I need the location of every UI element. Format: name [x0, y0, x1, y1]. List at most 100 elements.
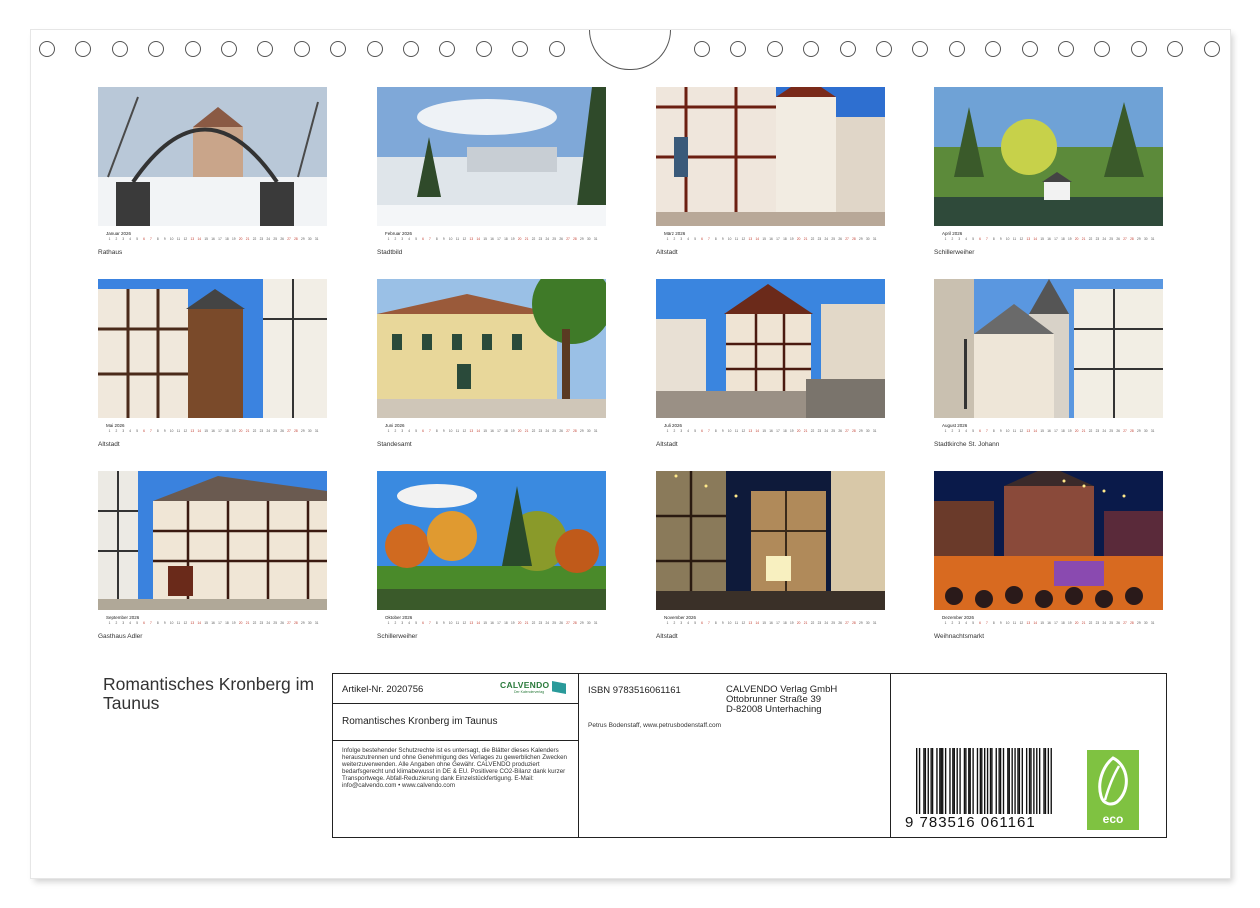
day-cell: 1 — [944, 429, 947, 433]
day-cell: 22 — [810, 429, 815, 433]
barcode-bar — [995, 748, 997, 814]
day-cell: 14 — [1033, 237, 1037, 241]
day-cell: 31 — [1150, 621, 1155, 625]
info-column-right: 9 783516 061161 eco — [891, 674, 1166, 837]
day-cell: 11 — [1012, 429, 1017, 433]
day-cell: 15 — [204, 237, 208, 241]
day-cell: 19 — [1067, 621, 1072, 625]
barcode-bar — [944, 748, 947, 814]
day-cell: 19 — [789, 429, 794, 433]
info-column-left: Artikel-Nr. 2020756 CALVENDO Der Kalende… — [333, 674, 579, 837]
binding-hole — [548, 41, 565, 57]
barcode-bar — [986, 748, 989, 814]
day-cell: 22 — [1088, 621, 1093, 625]
day-cell: 8 — [156, 429, 159, 433]
day-cell: 25 — [1109, 429, 1113, 433]
day-cell: 27 — [845, 621, 849, 625]
day-cell: 15 — [483, 621, 487, 625]
day-cell: 2 — [115, 429, 118, 433]
day-cell: 28 — [573, 429, 577, 433]
month-10: Oktober 2026 1 2 3 4 5 6 7 8 9 10 11 12 13 14 15 16 17 18 1… — [377, 471, 606, 640]
barcode-bar — [1018, 748, 1021, 814]
barcode-bar — [1030, 748, 1032, 814]
day-cell: 1 — [387, 621, 390, 625]
day-cell: 10 — [169, 429, 174, 433]
day-cell: 2 — [394, 429, 397, 433]
day-cell: 23 — [1095, 429, 1100, 433]
day-cell: 4 — [129, 237, 132, 241]
day-cell: 21 — [803, 429, 808, 433]
day-cell: 29 — [1137, 237, 1141, 241]
barcode-bar — [998, 748, 1000, 814]
binding-hole — [1203, 41, 1220, 57]
day-cell: 1 — [108, 237, 111, 241]
binding-hole — [221, 41, 237, 57]
day-cell: 31 — [1150, 429, 1155, 433]
day-cell: 31 — [593, 621, 598, 625]
barcode-bar — [1036, 748, 1038, 814]
day-cell: 24 — [266, 237, 271, 241]
barcode-bar — [1028, 748, 1031, 814]
day-cell: 29 — [580, 237, 584, 241]
photo-caption: Rathaus — [98, 249, 123, 256]
day-cell: 2 — [115, 621, 118, 625]
barcode-bar — [1047, 748, 1050, 814]
day-cell: 29 — [580, 621, 584, 625]
day-cell: 26 — [1116, 237, 1120, 241]
day-cell: 20 — [517, 429, 522, 433]
day-cell: 9 — [442, 237, 445, 241]
day-cell: 23 — [1095, 621, 1100, 625]
binding-hole — [39, 41, 55, 57]
isbn: ISBN 9783516061161 — [588, 685, 681, 696]
day-cell: 15 — [1040, 429, 1044, 433]
day-cell: 6 — [422, 237, 424, 241]
barcode-bar — [1044, 748, 1047, 814]
binding-hole — [403, 41, 419, 57]
day-cell: 13 — [469, 621, 474, 625]
day-cell: 16 — [490, 621, 494, 625]
eco-badge: eco — [1087, 750, 1139, 830]
day-cell: 17 — [497, 237, 501, 241]
barcode-bar — [976, 748, 979, 814]
day-cell: 2 — [673, 237, 676, 241]
month-day-row: 1 2 3 4 5 6 7 8 9 10 11 12 13 14 15 16 17 18 19 20 21 22 23 24 2… — [385, 621, 599, 625]
day-cell: 18 — [783, 429, 787, 433]
day-cell: 3 — [122, 621, 125, 625]
day-cell: 5 — [972, 237, 974, 241]
barcode-bar — [1008, 748, 1010, 814]
month-photo — [934, 87, 1163, 226]
day-cell: 14 — [1033, 429, 1037, 433]
barcode-bar — [972, 748, 974, 814]
day-cell: 16 — [1047, 429, 1051, 433]
month-1: Januar 2026 1 2 3 4 5 6 7 8 9 10 11 12 13 14 15 16 17 18 19… — [98, 87, 327, 256]
day-cell: 11 — [734, 237, 739, 241]
day-cell: 21 — [1081, 621, 1086, 625]
day-cell: 19 — [510, 237, 515, 241]
day-cell: 22 — [531, 237, 536, 241]
photo-caption: Altstadt — [656, 249, 678, 256]
day-cell: 20 — [1074, 621, 1079, 625]
month-day-row: 1 2 3 4 5 6 7 8 9 10 11 12 13 14 15 16 17 18 19 20 21 22 23 24 2… — [664, 237, 878, 241]
day-cell: 18 — [783, 237, 787, 241]
day-cell: 23 — [817, 237, 822, 241]
day-cell: 18 — [783, 621, 787, 625]
day-cell: 13 — [469, 237, 474, 241]
month-4: April 2026 1 2 3 4 5 6 7 8 9 10 11 12 13 14 15 16 17 18 19 2… — [934, 87, 1163, 256]
day-cell: 4 — [687, 237, 690, 241]
author-credit: Petrus Bodenstaff, www.petrusbodenstaff.… — [588, 722, 722, 729]
day-cell: 25 — [552, 237, 556, 241]
day-cell: 30 — [1143, 621, 1148, 625]
barcode-bar — [1017, 748, 1019, 814]
binding-hole — [912, 41, 929, 57]
day-cell: 28 — [852, 621, 856, 625]
day-cell: 11 — [455, 429, 460, 433]
day-cell: 20 — [796, 621, 801, 625]
day-cell: 19 — [789, 237, 794, 241]
day-cell: 23 — [817, 429, 822, 433]
day-cell: 8 — [435, 237, 438, 241]
photo-caption: Altstadt — [656, 441, 678, 448]
barcode-bar — [989, 748, 992, 814]
day-cell: 14 — [197, 429, 201, 433]
day-cell: 22 — [252, 237, 257, 241]
calvendo-logo: CALVENDO Der Kalenderverlag — [500, 680, 566, 696]
